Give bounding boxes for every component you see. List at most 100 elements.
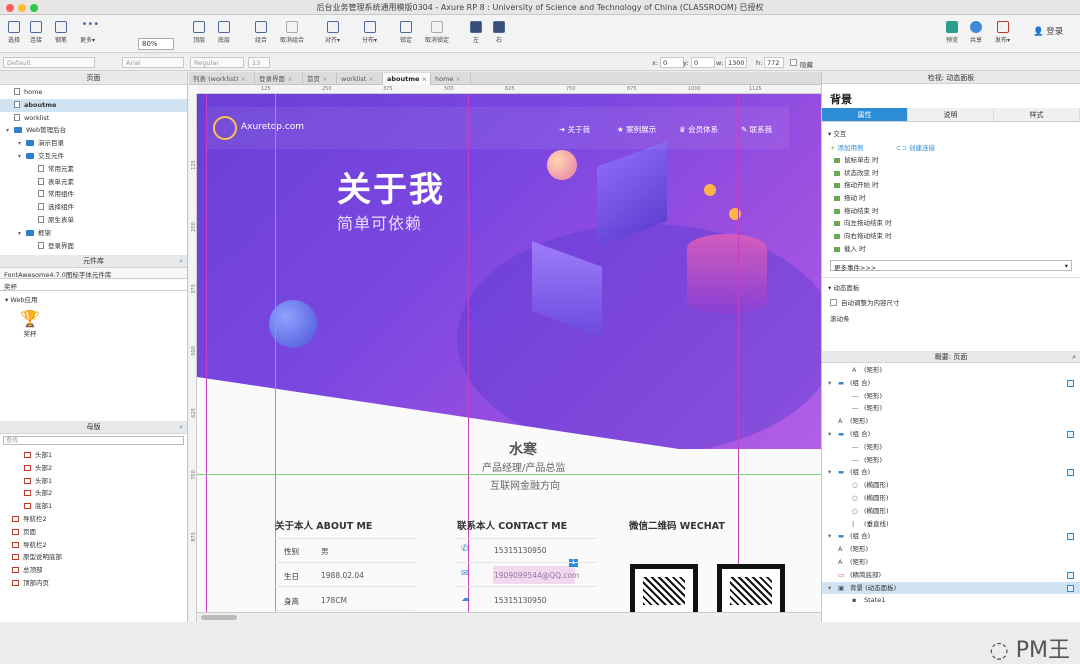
page-item[interactable]: ▾ 框架 bbox=[0, 227, 187, 240]
close-tab-icon[interactable]: × bbox=[238, 75, 245, 83]
bring-top-button[interactable]: 顶层 bbox=[193, 21, 205, 44]
login-button[interactable]: 👤 登录 bbox=[1033, 25, 1063, 37]
pen-button[interactable]: 钢笔 bbox=[55, 21, 67, 44]
tab-page[interactable]: aboutme × bbox=[383, 73, 431, 85]
close-tab-icon[interactable]: × bbox=[366, 75, 373, 83]
style-select[interactable]: Default bbox=[3, 57, 95, 68]
master-item[interactable]: 原型说明底部 bbox=[0, 551, 187, 564]
search-icon[interactable]: ⌕ bbox=[179, 421, 183, 434]
search-icon[interactable]: ⌕ bbox=[1072, 351, 1076, 363]
chevron-icon[interactable]: ▾ bbox=[828, 377, 838, 390]
chevron-icon[interactable]: ▾ bbox=[828, 428, 838, 441]
close-tab-icon[interactable]: × bbox=[285, 75, 292, 83]
hidden-checkbox[interactable] bbox=[790, 59, 797, 66]
unlock-button[interactable]: 取消锁定 bbox=[425, 21, 449, 44]
publish-button[interactable]: 发布▾ bbox=[995, 21, 1010, 44]
master-item[interactable]: 顶部内页 bbox=[0, 577, 187, 590]
close-tab-icon[interactable]: × bbox=[320, 75, 327, 83]
tab-page[interactable]: 登录界面 × bbox=[255, 73, 303, 85]
event-item[interactable]: 拖动开始 时 bbox=[822, 179, 1080, 192]
visibility-toggle[interactable] bbox=[1067, 584, 1074, 592]
page-item[interactable]: 表单元素 bbox=[0, 176, 187, 189]
interaction-badge[interactable]: 1 bbox=[569, 559, 578, 567]
chevron-icon[interactable]: ▾ bbox=[828, 466, 838, 479]
tab-page[interactable]: 首页 × bbox=[303, 73, 337, 85]
outline-item[interactable]: ○ (椭圆形) bbox=[822, 492, 1080, 505]
preview-button[interactable]: 预览 bbox=[946, 21, 958, 44]
visibility-toggle[interactable] bbox=[1067, 469, 1074, 477]
nav-contact[interactable]: ✎ 联系我 bbox=[741, 124, 772, 135]
outline-item[interactable]: ▾ ▬ (组 合) bbox=[822, 428, 1080, 441]
library-select[interactable]: FontAwesome4.7.0图标字体元件库 bbox=[0, 268, 187, 279]
widget-group[interactable]: ▾ Web应用 bbox=[0, 291, 187, 305]
y-input[interactable]: 0 bbox=[691, 57, 715, 68]
visibility-toggle[interactable] bbox=[1067, 430, 1074, 438]
chevron-icon[interactable]: ▾ bbox=[828, 530, 838, 543]
x-input[interactable]: 0 bbox=[660, 57, 684, 68]
event-item[interactable]: 鼠标单击 时 bbox=[822, 154, 1080, 167]
master-item[interactable]: 总顶部 bbox=[0, 564, 187, 577]
interaction-section[interactable]: ▾ 交互 bbox=[822, 122, 1080, 140]
outline-item[interactable]: A (矩形) bbox=[822, 556, 1080, 569]
more-events-select[interactable]: 更多事件>>> ▾ bbox=[830, 259, 1072, 272]
outline-item[interactable]: — (矩形) bbox=[822, 402, 1080, 415]
outline-item[interactable]: — (矩形) bbox=[822, 390, 1080, 403]
page-item[interactable]: 选择组件 bbox=[0, 201, 187, 214]
lock-button[interactable]: 锁定 bbox=[400, 21, 412, 44]
page-item[interactable]: aboutme bbox=[0, 98, 187, 112]
outline-item[interactable]: ▭ (精简底部) bbox=[822, 569, 1080, 582]
outline-item[interactable]: A (矩形) bbox=[822, 415, 1080, 428]
outline-item[interactable]: A (矩形) bbox=[822, 364, 1080, 377]
align-button[interactable]: 对齐▾ bbox=[325, 21, 340, 44]
share-button[interactable]: 共享 bbox=[970, 21, 982, 44]
trophy-widget[interactable]: 🏆 奖杯 bbox=[20, 309, 40, 338]
fit-content-option[interactable]: 自动调整为内容尺寸 bbox=[822, 294, 1080, 310]
page-item[interactable]: home bbox=[0, 86, 187, 99]
event-item[interactable]: 向右拖动结束 时 bbox=[822, 230, 1080, 243]
outline-item[interactable]: ▾ ▬ (组 合) bbox=[822, 530, 1080, 543]
visibility-toggle[interactable] bbox=[1067, 533, 1074, 541]
outline-item[interactable]: ▾ ▬ (组 合) bbox=[822, 466, 1080, 479]
page-item[interactable]: 登录界面 bbox=[0, 240, 187, 253]
w-input[interactable]: 1300 bbox=[725, 57, 747, 68]
tab-page[interactable]: worklist × bbox=[337, 73, 383, 85]
nav-cases[interactable]: ★ 案例展示 bbox=[617, 124, 656, 135]
tab-style[interactable]: 样式 bbox=[994, 108, 1080, 121]
visibility-toggle[interactable] bbox=[1067, 379, 1074, 387]
font-select[interactable]: Arial bbox=[122, 57, 184, 68]
horizontal-scrollbar[interactable] bbox=[197, 612, 821, 622]
event-item[interactable]: 拖动 时 bbox=[822, 192, 1080, 205]
outline-item[interactable]: A (矩形) bbox=[822, 543, 1080, 556]
outline-item[interactable]: — (矩形) bbox=[822, 454, 1080, 467]
chevron-icon[interactable]: ▾ bbox=[828, 582, 838, 595]
outline-item[interactable]: ▾ ▣ 背景 (动态面板) bbox=[822, 581, 1080, 595]
more-button[interactable]: ••• 更多▾ bbox=[80, 20, 99, 45]
right-button[interactable]: 右 bbox=[493, 21, 505, 44]
event-item[interactable]: 向左拖动结束 时 bbox=[822, 217, 1080, 230]
tab-properties[interactable]: 属性 bbox=[822, 108, 908, 121]
outline-item[interactable]: ▾ ▬ (组 合) bbox=[822, 377, 1080, 390]
outline-item[interactable]: ▪ State1 bbox=[822, 594, 1080, 607]
distribute-button[interactable]: 分布▾ bbox=[362, 21, 377, 44]
masters-search-input[interactable]: 查找 bbox=[3, 436, 184, 445]
master-item[interactable]: 导航栏2 bbox=[0, 539, 187, 552]
nav-membership[interactable]: ♛ 会员体系 bbox=[679, 124, 718, 135]
add-case-button[interactable]: + 添加用例 bbox=[830, 144, 864, 152]
visibility-toggle[interactable] bbox=[1067, 571, 1074, 579]
contact-email[interactable]: 1909099544@QQ.com bbox=[494, 571, 579, 580]
scrollbar-thumb[interactable] bbox=[201, 615, 237, 620]
dynamic-panel-section[interactable]: ▾ 动态面板 bbox=[822, 276, 1080, 294]
page-item[interactable]: 常用元素 bbox=[0, 163, 187, 176]
master-item[interactable]: 页面 bbox=[0, 526, 187, 539]
outline-item[interactable]: | (垂直线) bbox=[822, 518, 1080, 531]
group-button[interactable]: 组合 bbox=[255, 21, 267, 44]
fit-content-checkbox[interactable] bbox=[830, 298, 837, 306]
page-item[interactable]: worklist bbox=[0, 112, 187, 125]
event-item[interactable]: 状态改变 时 bbox=[822, 167, 1080, 180]
page-item[interactable]: ▾ 交互元件 bbox=[0, 150, 187, 163]
outline-item[interactable]: — (矩形) bbox=[822, 441, 1080, 454]
tab-page[interactable]: 列表 (worklist) × bbox=[189, 73, 255, 85]
close-tab-icon[interactable]: × bbox=[419, 75, 427, 83]
master-item[interactable]: 头部2 bbox=[0, 462, 187, 475]
widget-search-input[interactable]: 奖杯 bbox=[0, 279, 187, 291]
